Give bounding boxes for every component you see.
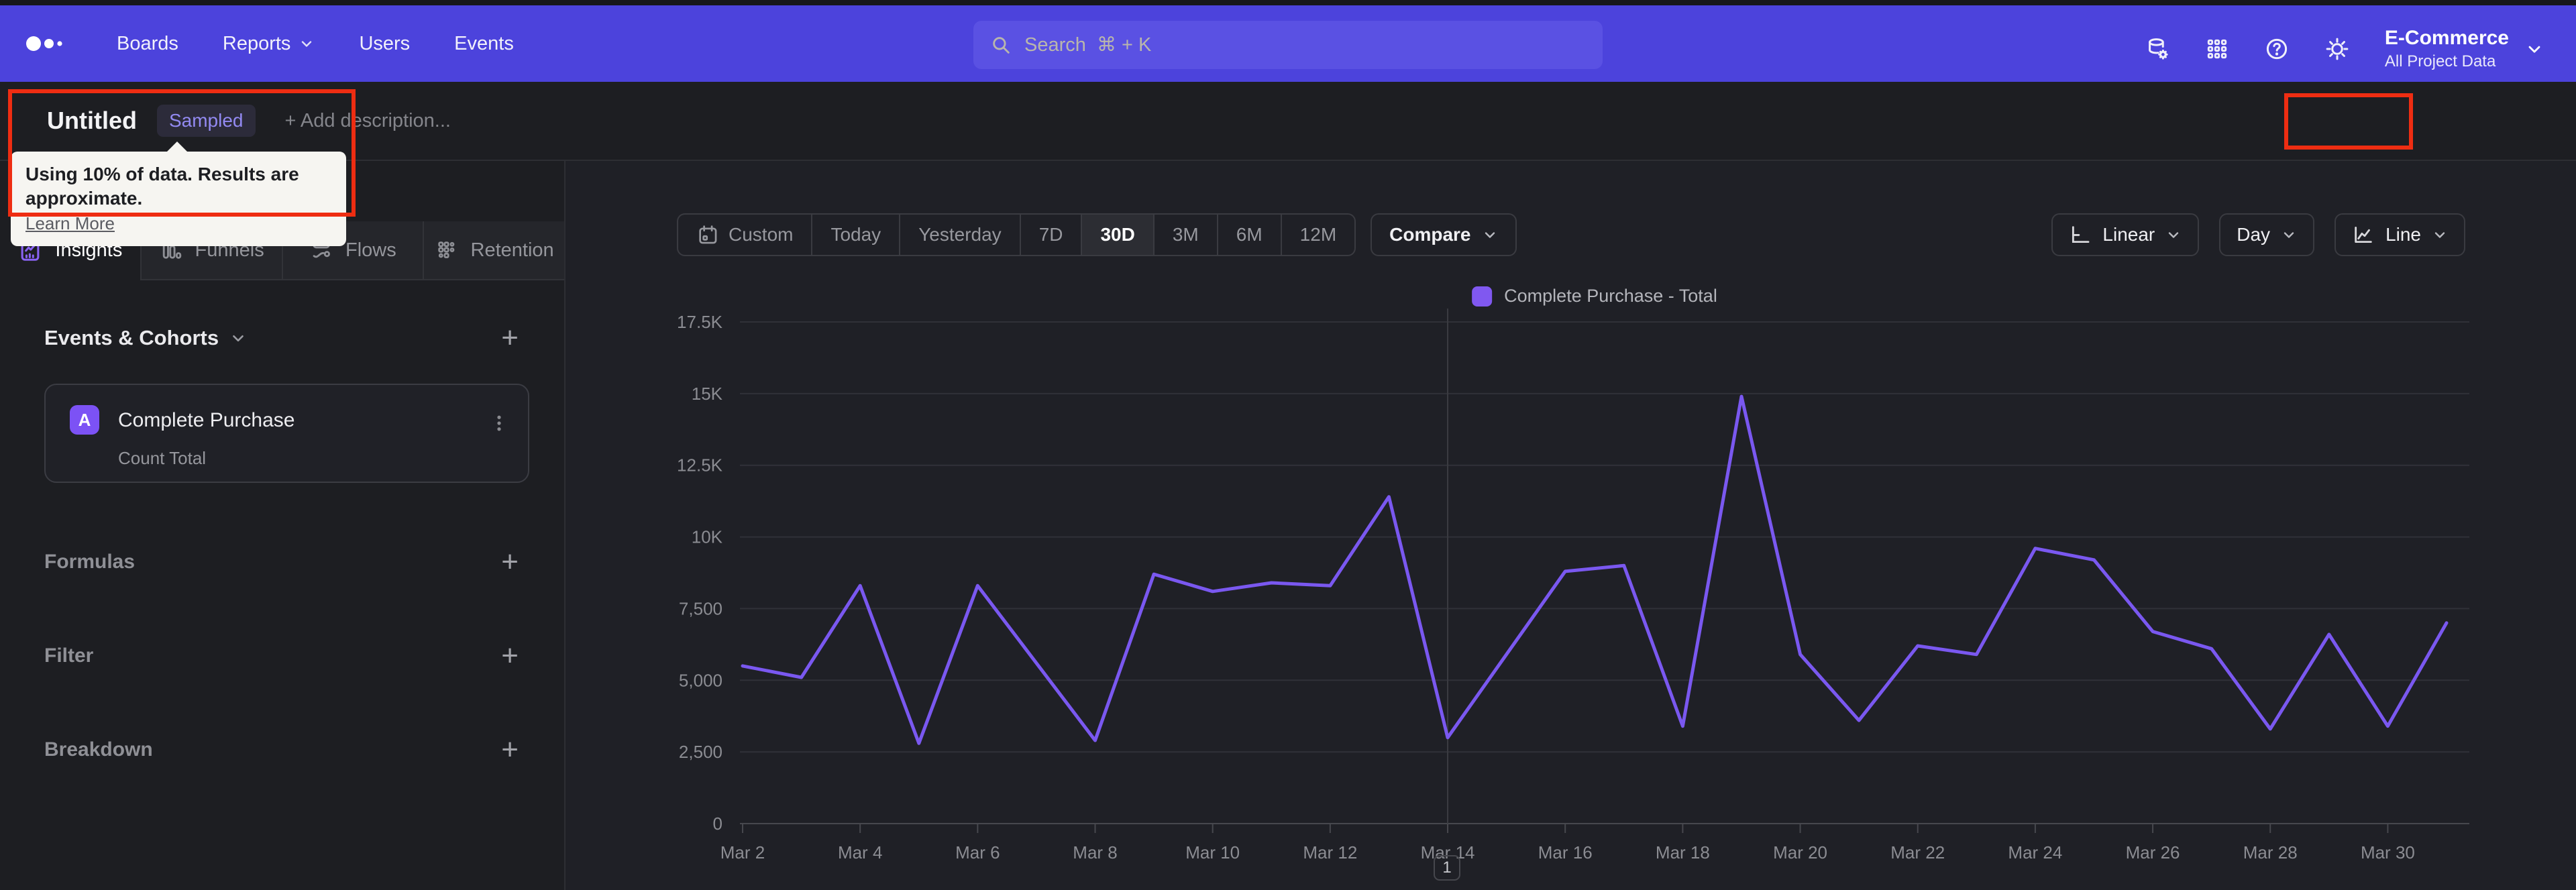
chart-panel: Custom Today Yesterday 7D 30D 3M 6M 12M …	[566, 161, 2576, 890]
pagination-page-1[interactable]: 1	[1434, 855, 1460, 881]
event-card[interactable]: A Complete Purchase Count Total	[44, 384, 529, 483]
event-name[interactable]: Complete Purchase	[118, 409, 294, 432]
events-cohorts-label: Events & Cohorts	[44, 326, 219, 349]
project-selector[interactable]: E-Commerce All Project Data	[2385, 27, 2544, 71]
app-window: Boards Reports Users Events Search ⌘ + K…	[0, 0, 2576, 890]
svg-text:17.5K: 17.5K	[677, 312, 723, 332]
apps-grid-icon[interactable]	[2205, 37, 2229, 61]
svg-text:Mar 10: Mar 10	[1185, 842, 1240, 863]
svg-text:Mar 30: Mar 30	[2361, 842, 2415, 863]
search-input[interactable]	[1024, 34, 1587, 56]
learn-more-link[interactable]: Learn More	[25, 213, 115, 234]
window-top-strip	[0, 0, 2576, 5]
nav-item-label: Events	[454, 32, 514, 54]
nav-item-events[interactable]: Events	[454, 33, 514, 55]
svg-text:Mar 16: Mar 16	[1538, 842, 1593, 863]
project-text: E-Commerce All Project Data	[2385, 27, 2509, 71]
tab-label: Flows	[345, 239, 396, 261]
nav-item-label: Users	[359, 32, 411, 54]
chevron-down-icon	[233, 335, 244, 342]
sampling-tooltip-text: Using 10% of data. Results are approxima…	[25, 164, 299, 209]
events-cohorts-header: Events & Cohorts +	[0, 323, 564, 353]
svg-text:7,500: 7,500	[679, 598, 722, 618]
svg-text:Mar 28: Mar 28	[2243, 842, 2298, 863]
svg-text:Mar 18: Mar 18	[1656, 842, 1710, 863]
svg-text:15K: 15K	[692, 384, 723, 404]
svg-text:5,000: 5,000	[679, 670, 722, 690]
svg-text:Mar 4: Mar 4	[838, 842, 882, 863]
query-sidebar: Insights Funnels Flows Retention Events …	[0, 161, 566, 890]
nav-item-label: Boards	[117, 32, 178, 54]
formulas-section: Formulas +	[0, 547, 564, 577]
help-icon[interactable]	[2264, 36, 2290, 62]
breakdown-label: Breakdown	[44, 738, 153, 761]
nav-items: Boards Reports Users Events	[117, 33, 514, 55]
chevron-down-icon	[302, 41, 312, 47]
svg-text:Mar 2: Mar 2	[720, 842, 765, 863]
formulas-label: Formulas	[44, 551, 136, 573]
filter-section: Filter +	[0, 641, 564, 671]
tab-label: Retention	[470, 239, 554, 261]
svg-text:2,500: 2,500	[679, 742, 722, 762]
event-series-badge: A	[70, 405, 99, 435]
nav-right-cluster: E-Commerce All Project Data	[2145, 11, 2544, 87]
nav-item-users[interactable]: Users	[359, 33, 410, 55]
mixpanel-logo-icon[interactable]	[24, 30, 75, 57]
add-breakdown-button[interactable]: +	[501, 735, 519, 765]
event-options-icon[interactable]	[489, 412, 509, 438]
nav-item-reports[interactable]: Reports	[223, 33, 315, 55]
report-title[interactable]: Untitled	[47, 107, 137, 135]
svg-text:Mar 6: Mar 6	[955, 842, 1000, 863]
search-bar[interactable]	[973, 21, 1603, 69]
data-management-icon[interactable]	[2145, 36, 2170, 62]
svg-text:Mar 8: Mar 8	[1073, 842, 1117, 863]
add-event-button[interactable]: +	[501, 323, 519, 353]
project-name: E-Commerce	[2384, 27, 2509, 49]
svg-text:Mar 24: Mar 24	[2008, 842, 2062, 863]
report-header: Untitled Sampled + Add description...	[0, 82, 2576, 225]
retention-icon	[435, 238, 459, 262]
add-filter-button[interactable]: +	[501, 641, 519, 671]
settings-gear-icon[interactable]	[2324, 36, 2350, 62]
svg-text:Mar 12: Mar 12	[1303, 842, 1357, 863]
svg-text:12.5K: 12.5K	[677, 455, 723, 476]
svg-text:Mar 20: Mar 20	[1773, 842, 1827, 863]
sampled-badge[interactable]: Sampled	[156, 105, 256, 137]
svg-text:Mar 26: Mar 26	[2126, 842, 2180, 863]
chevron-down-icon	[2528, 46, 2540, 53]
sampling-tooltip: Using 10% of data. Results are approxima…	[11, 142, 346, 246]
breakdown-section: Breakdown +	[0, 735, 564, 765]
content: Insights Funnels Flows Retention Events …	[0, 161, 2576, 890]
add-formula-button[interactable]: +	[501, 547, 519, 577]
nav-item-boards[interactable]: Boards	[117, 33, 178, 55]
svg-text:10K: 10K	[692, 527, 723, 547]
filter-label: Filter	[44, 645, 94, 667]
events-cohorts-title[interactable]: Events & Cohorts	[44, 326, 247, 350]
svg-text:0: 0	[713, 814, 722, 834]
nav-item-label: Reports	[222, 32, 291, 54]
tab-retention[interactable]: Retention	[423, 221, 564, 280]
project-subtitle: All Project Data	[2384, 52, 2496, 70]
line-chart-canvas: 0 2,500 5,000 7,500 10K 12.5K 15K 17.5K Mar 2 Mar…	[677, 309, 2469, 863]
search-icon	[993, 37, 1010, 54]
svg-text:Mar 22: Mar 22	[1890, 842, 1945, 863]
top-nav: Boards Reports Users Events Search ⌘ + K…	[0, 5, 2576, 82]
add-description[interactable]: + Add description...	[285, 110, 451, 132]
event-metric[interactable]: Count Total	[118, 448, 206, 469]
